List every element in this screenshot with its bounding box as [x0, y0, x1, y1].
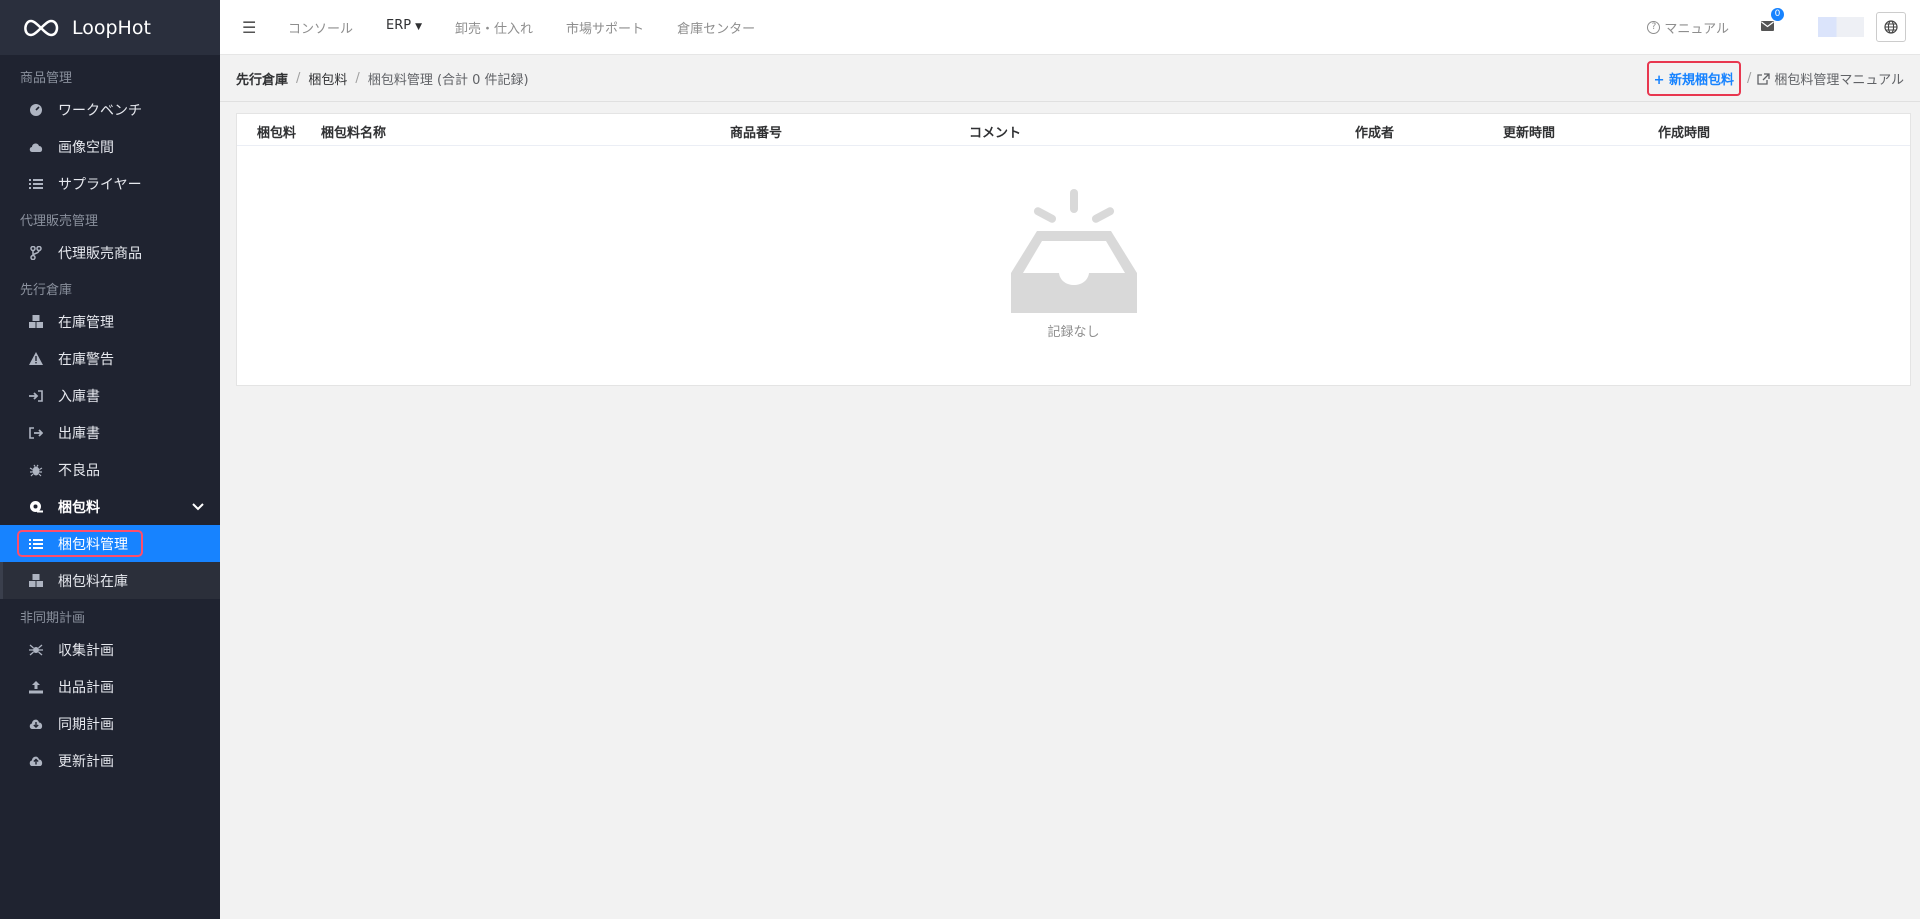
table-header: 梱包料 梱包料名称 商品番号 コメント 作成者 更新時間 作成時間: [237, 114, 1910, 146]
col-comment: コメント: [969, 126, 1022, 141]
sidebar-item-sync-plan[interactable]: 同期計画: [0, 705, 220, 742]
upload-icon: [28, 679, 44, 695]
breadcrumb-current: 梱包料管理 (合計 0 件記録): [367, 73, 529, 88]
top-nav-console[interactable]: コンソール: [288, 18, 353, 37]
sidebar: LoopHot 商品管理 ワークベンチ 画像空間 サプライヤー 代理販売管理 代…: [0, 0, 220, 919]
chevron-down-icon: [192, 499, 204, 515]
cloud-download-icon: [28, 716, 44, 732]
mail-badge: 0: [1771, 8, 1784, 21]
breadcrumb-packaging[interactable]: 梱包料: [308, 69, 347, 88]
topbar: ☰ コンソール ERP ▼ 卸売・仕入れ 市場サポート 倉庫センター ? マニュア…: [220, 0, 1920, 55]
logo[interactable]: LoopHot: [0, 0, 220, 55]
col-creator: 作成者: [1355, 126, 1395, 141]
app-name: LoopHot: [72, 16, 151, 39]
top-nav-erp[interactable]: ERP ▼: [386, 18, 422, 37]
language-button[interactable]: [1876, 12, 1906, 42]
top-nav-market-support[interactable]: 市場サポート: [566, 18, 644, 37]
infinity-logo-icon: [24, 19, 59, 36]
col-product-number: 商品番号: [730, 126, 783, 141]
avatar[interactable]: [1818, 17, 1864, 37]
section-title-product: 商品管理: [20, 71, 73, 86]
sidebar-item-packaging-inventory[interactable]: 梱包料在庫: [0, 562, 220, 599]
sign-out-icon: [28, 425, 44, 441]
empty-text: 記録なし: [1047, 325, 1100, 340]
col-updated-time: 更新時間: [1503, 126, 1556, 141]
new-packaging-button[interactable]: + 新規梱包料: [1646, 61, 1741, 96]
top-right: ? マニュアル 0: [1647, 8, 1920, 42]
empty-state: 記録なし: [237, 189, 1910, 340]
breadcrumb-warehouse[interactable]: 先行倉庫: [236, 69, 288, 88]
sidebar-item-update-plan[interactable]: 更新計画: [0, 742, 220, 779]
list-icon: [28, 176, 44, 192]
spider-icon: [28, 642, 44, 658]
section-title-async: 非同期計画: [20, 611, 86, 626]
sidebar-item-outbound[interactable]: 出庫書: [0, 414, 220, 451]
sidebar-item-listing-plan[interactable]: 出品計画: [0, 668, 220, 705]
empty-inbox-icon: [1010, 189, 1137, 313]
dashboard-icon: [28, 102, 44, 118]
caret-down-icon: ▼: [415, 21, 423, 32]
sidebar-item-packaging[interactable]: 梱包料: [0, 488, 220, 525]
tape-icon: [28, 499, 44, 515]
cloud-upload-icon: [28, 753, 44, 769]
sidebar-item-workbench[interactable]: ワークベンチ: [0, 91, 220, 128]
packaging-table: 梱包料 梱包料名称 商品番号 コメント 作成者 更新時間 作成時間 記録なし: [236, 113, 1911, 386]
branch-icon: [28, 245, 44, 261]
breadcrumb: 先行倉庫 / 梱包料 / 梱包料管理 (合計 0 件記録) + 新規梱包料 / …: [220, 56, 1920, 102]
page-actions: + 新規梱包料 / 梱包料管理マニュアル: [1646, 61, 1920, 96]
sidebar-item-inventory-alert[interactable]: 在庫警告: [0, 340, 220, 377]
sidebar-item-packaging-management[interactable]: 梱包料管理: [0, 525, 220, 562]
col-packaging: 梱包料: [257, 126, 297, 141]
sidebar-item-inbound[interactable]: 入庫書: [0, 377, 220, 414]
col-created-time: 作成時間: [1658, 126, 1711, 141]
cloud-icon: [28, 139, 44, 155]
menu-toggle-icon[interactable]: ☰: [242, 18, 272, 37]
envelope-icon: [1761, 21, 1774, 31]
bug-icon: [28, 462, 44, 478]
warning-icon: [28, 351, 44, 367]
external-link-icon: [1757, 72, 1771, 85]
top-nav-wholesale[interactable]: 卸売・仕入れ: [455, 18, 533, 37]
section-title-agency: 代理販売管理: [20, 214, 99, 229]
col-packaging-name: 梱包料名称: [321, 126, 387, 141]
sign-in-icon: [28, 388, 44, 404]
question-circle-icon: ?: [1647, 20, 1661, 34]
top-nav-warehouse-center[interactable]: 倉庫センター: [677, 18, 755, 37]
boxes-icon: [28, 314, 44, 330]
sidebar-item-agency-products[interactable]: 代理販売商品: [0, 234, 220, 271]
mail-button[interactable]: 0: [1761, 8, 1784, 35]
manual-link[interactable]: ? マニュアル: [1647, 18, 1729, 37]
boxes-icon: [28, 573, 44, 589]
globe-icon: [1884, 20, 1898, 34]
sidebar-item-defective[interactable]: 不良品: [0, 451, 220, 488]
top-nav: コンソール ERP ▼ 卸売・仕入れ 市場サポート 倉庫センター: [288, 18, 788, 37]
sidebar-item-collection-plan[interactable]: 収集計画: [0, 631, 220, 668]
sidebar-item-inventory[interactable]: 在庫管理: [0, 303, 220, 340]
section-title-warehouse: 先行倉庫: [20, 283, 73, 298]
packaging-manual-link[interactable]: 梱包料管理マニュアル: [1757, 69, 1904, 88]
list-icon: [28, 536, 44, 552]
sidebar-item-image-space[interactable]: 画像空間: [0, 128, 220, 165]
sidebar-item-supplier[interactable]: サプライヤー: [0, 165, 220, 202]
